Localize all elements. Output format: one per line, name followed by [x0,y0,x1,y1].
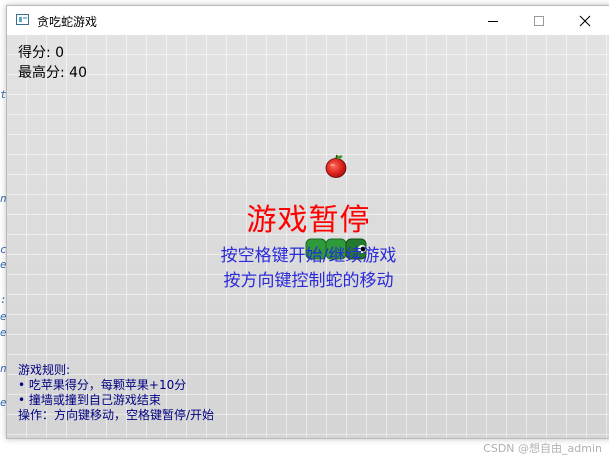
score-label: 得分: 0 [18,45,65,61]
maximize-icon [534,15,544,26]
rules-heading: 游戏规则: [18,363,71,377]
rules-item: • 撞墙或撞到自己游戏结束 [18,393,161,407]
game-board[interactable]: 得分: 0 最高分: 40 游戏暂停 按空格键开始/继续游戏 按方向键控制蛇的移… [7,35,609,438]
title-bar[interactable]: 贪吃蛇游戏 [7,6,609,35]
hint-line-controls: 按方向键控制蛇的移动 [223,271,394,291]
hint-line-start: 按空格键开始/继续游戏 [220,246,397,266]
watermark: CSDN @想自由_admin [483,442,602,455]
high-score-label: 最高分: 40 [18,65,87,81]
rules-item: 操作：方向键移动，空格键暂停/开始 [18,408,215,422]
minimize-button[interactable] [470,6,516,35]
close-button[interactable] [562,6,608,35]
game-window: 贪吃蛇游戏 得分: 0 最高分: 40 游戏暂停 按空格键开始/继续游戏 按方向… [6,5,609,439]
apple-icon [325,154,347,178]
maximize-button[interactable] [516,6,562,35]
pause-title: 游戏暂停 [246,203,371,238]
close-icon [579,15,591,26]
window-title: 贪吃蛇游戏 [37,15,98,29]
minimize-icon [488,20,498,22]
rules-item: • 吃苹果得分，每颗苹果+10分 [18,378,187,392]
app-window-icon [16,14,29,25]
